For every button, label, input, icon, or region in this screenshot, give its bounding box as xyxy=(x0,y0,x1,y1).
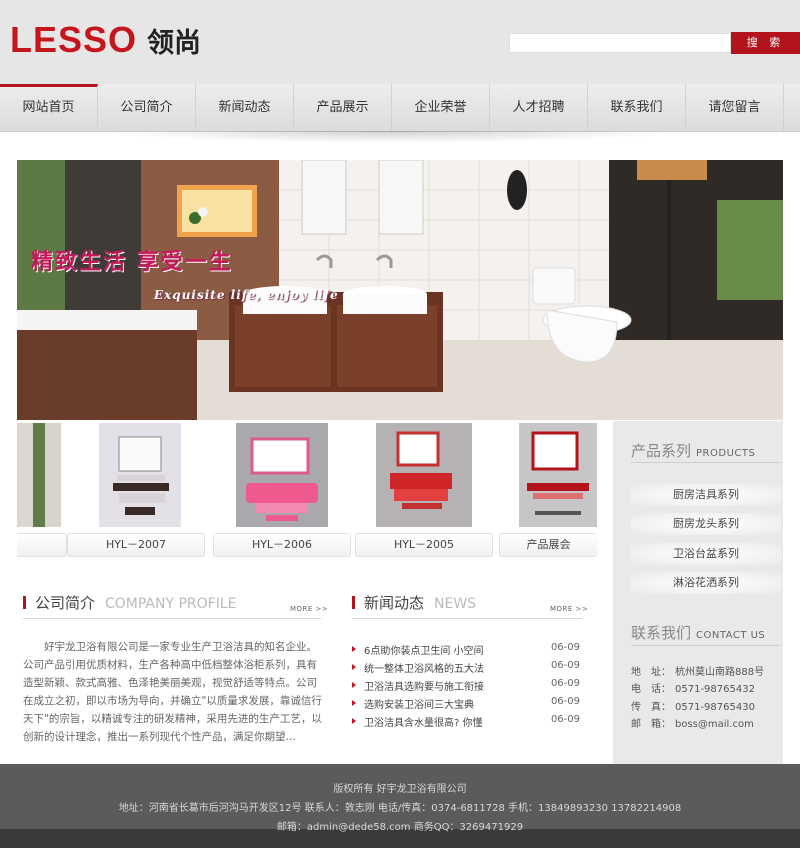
news-item[interactable]: 卫浴洁具选购要与施工衔接 06-09 xyxy=(352,676,582,694)
nav-item-contact[interactable]: 联系我们 xyxy=(588,84,686,131)
contact-label: 邮 箱： xyxy=(631,719,671,730)
contact-heading-en: CONTACT US xyxy=(696,630,766,641)
nav-item-guestbook[interactable]: 请您留言 xyxy=(686,84,784,131)
divider xyxy=(352,618,582,619)
news-item-date: 06-09 xyxy=(550,678,580,689)
company-title-en: COMPANY PROFILE xyxy=(105,596,237,612)
product-card[interactable]: HYL－2006 xyxy=(213,423,351,563)
news-item[interactable]: 统一整体卫浴风格的五大法 06-09 xyxy=(352,658,582,676)
news-item-title[interactable]: 6点助你装点卫生间 小空间 xyxy=(364,642,484,657)
banner-subtitle: Exquisite life, enjoy life xyxy=(154,288,339,302)
heading-accent-bar xyxy=(23,596,26,609)
news-item-title[interactable]: 统一整体卫浴风格的五大法 xyxy=(364,660,484,675)
bullet-arrow-icon xyxy=(352,664,356,670)
footer-copyright: 版权所有 好宇龙卫浴有限公司 xyxy=(333,784,467,795)
news-item-date: 06-09 xyxy=(550,696,580,707)
contact-heading-text: 联系我们 xyxy=(631,624,692,642)
news-item[interactable]: 选购安装卫浴间三大宝典 06-09 xyxy=(352,694,582,712)
nav-item-home[interactable]: 网站首页 xyxy=(0,84,98,131)
company-more-link[interactable]: MORE >> xyxy=(290,605,328,613)
product-caption[interactable]: HYL－2007 xyxy=(67,533,205,557)
contact-fax: 传 真： 0571-98765430 xyxy=(631,698,755,713)
news-item[interactable]: 卫浴洁具含水量很高? 你懂 06-09 xyxy=(352,712,582,730)
news-item-title[interactable]: 卫浴洁具含水量很高? 你懂 xyxy=(364,714,483,729)
contact-label: 传 真： xyxy=(631,702,671,713)
contact-phone: 电 话： 0571-98765432 xyxy=(631,680,755,695)
products-heading-en: PRODUCTS xyxy=(696,448,756,459)
news-more-link[interactable]: MORE >> xyxy=(550,605,588,613)
contact-value: 杭州莫山南路888号 xyxy=(675,667,765,678)
products-heading-text: 产品系列 xyxy=(631,442,692,460)
nav-item-jobs[interactable]: 人才招聘 xyxy=(490,84,588,131)
product-card[interactable]: HYL－2005 xyxy=(355,423,493,563)
product-series-link[interactable]: 厨房龙头系列 xyxy=(631,513,781,535)
contact-label: 电 话： xyxy=(631,684,671,695)
company-profile-heading: 公司简介 COMPANY PROFILE xyxy=(23,592,237,613)
company-title: 公司简介 xyxy=(35,594,96,612)
news-item-date: 06-09 xyxy=(550,660,580,671)
news-title: 新闻动态 xyxy=(364,594,425,612)
product-carousel: 1 HYL－2007 HYL－2006 xyxy=(17,423,597,563)
news-item[interactable]: 6点助你装点卫生间 小空间 06-09 xyxy=(352,640,582,658)
product-caption[interactable]: 1 xyxy=(17,533,67,557)
bullet-arrow-icon xyxy=(352,646,356,652)
hero-banner[interactable]: 精致生活 享受一生 Exquisite life, enjoy life xyxy=(17,160,783,420)
heading-accent-bar xyxy=(352,596,355,609)
product-caption[interactable]: 产品展会 xyxy=(499,533,597,557)
bathroom-illustration xyxy=(17,160,783,420)
product-series-link[interactable]: 卫浴台盆系列 xyxy=(631,543,781,565)
bullet-arrow-icon xyxy=(352,682,356,688)
news-item-date: 06-09 xyxy=(550,714,580,725)
nav-item-news[interactable]: 新闻动态 xyxy=(196,84,294,131)
product-image[interactable] xyxy=(236,423,328,527)
contact-label: 地 址： xyxy=(631,667,671,678)
product-image[interactable] xyxy=(376,423,472,527)
logo-text: LESSO xyxy=(10,19,138,60)
main-nav: 网站首页 公司简介 新闻动态 产品展示 企业荣誉 人才招聘 联系我们 请您留言 xyxy=(0,84,800,132)
product-caption[interactable]: HYL－2006 xyxy=(213,533,351,557)
logo[interactable]: LESSO 领尚 xyxy=(10,18,201,62)
contact-value[interactable]: boss@mail.com xyxy=(675,719,754,730)
bullet-arrow-icon xyxy=(352,718,356,724)
product-image[interactable] xyxy=(519,423,597,527)
products-heading: 产品系列 PRODUCTS xyxy=(631,440,755,461)
search-button[interactable]: 搜 索 xyxy=(731,32,800,54)
news-item-title[interactable]: 选购安装卫浴间三大宝典 xyxy=(364,696,474,711)
product-caption[interactable]: HYL－2005 xyxy=(355,533,493,557)
logo-chinese-text: 领尚 xyxy=(147,27,202,59)
footer-contact-email: 邮箱：admin@dede58.com 商务QQ：3269471929 xyxy=(276,822,524,833)
bullet-arrow-icon xyxy=(352,700,356,706)
contact-email: 邮 箱： boss@mail.com xyxy=(631,715,754,730)
news-item-date: 06-09 xyxy=(550,642,580,653)
news-heading: 新闻动态 NEWS xyxy=(352,592,476,613)
footer-address: 地址：河南省长葛市后河沟马开发区12号 联系人：敦志刚 电话/传真：0374-6… xyxy=(118,803,682,814)
product-card[interactable]: 产品展会 xyxy=(499,423,597,563)
product-image[interactable] xyxy=(99,423,181,527)
contact-value: 0571-98765432 xyxy=(675,684,755,695)
divider xyxy=(23,618,321,619)
banner-title: 精致生活 享受一生 xyxy=(31,249,233,275)
divider xyxy=(631,645,781,646)
divider xyxy=(631,462,781,463)
contact-heading: 联系我们 CONTACT US xyxy=(631,622,765,643)
product-image[interactable] xyxy=(17,423,61,527)
contact-value: 0571-98765430 xyxy=(675,702,755,713)
news-title-en: NEWS xyxy=(434,596,477,612)
product-card[interactable]: HYL－2007 xyxy=(67,423,205,563)
search-input[interactable] xyxy=(509,33,731,53)
right-sidebar: 产品系列 PRODUCTS 厨房洁具系列 厨房龙头系列 卫浴台盆系列 淋浴花洒系列… xyxy=(613,421,783,764)
product-card[interactable]: 1 xyxy=(17,423,67,563)
nav-shadow xyxy=(100,131,680,143)
news-item-title[interactable]: 卫浴洁具选购要与施工衔接 xyxy=(364,678,484,693)
contact-address: 地 址： 杭州莫山南路888号 xyxy=(631,663,764,678)
nav-item-honors[interactable]: 企业荣誉 xyxy=(392,84,490,131)
nav-item-products[interactable]: 产品展示 xyxy=(294,84,392,131)
header: LESSO 领尚 搜 索 xyxy=(0,0,800,84)
product-series-link[interactable]: 厨房洁具系列 xyxy=(631,484,781,506)
company-intro-text: 好宇龙卫浴有限公司是一家专业生产卫浴洁具的知名企业。公司产品引用优质材料，生产各… xyxy=(23,641,322,743)
nav-item-about[interactable]: 公司简介 xyxy=(98,84,196,131)
product-series-link[interactable]: 淋浴花洒系列 xyxy=(631,572,781,594)
